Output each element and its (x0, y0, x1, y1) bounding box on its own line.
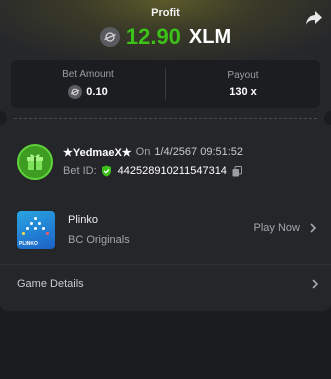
profit-header: Profit 12.90 XLM (0, 0, 331, 60)
bet-amount-label: Bet Amount (62, 69, 114, 80)
bet-id-line: Bet ID: 442528910211547314 (63, 165, 243, 177)
copy-icon[interactable] (232, 165, 242, 177)
game-text: Plinko BC Originals (68, 214, 130, 246)
payout-stat: Payout 130 x (165, 68, 320, 100)
dashed-divider (14, 118, 317, 119)
bet-timestamp: 1/4/2567 09:51:52 (154, 146, 244, 158)
thumbnail-label: PLINKO (19, 241, 38, 247)
ticket-notch-left (0, 111, 7, 125)
username[interactable]: ★YedmaeX★ (63, 146, 132, 159)
details-divider (0, 264, 331, 265)
game-provider: BC Originals (68, 234, 130, 246)
bet-amount-value: 0.10 (86, 86, 108, 98)
game-details-label: Game Details (17, 278, 84, 290)
bet-id-label: Bet ID: (63, 165, 97, 177)
profit-label: Profit (151, 7, 180, 19)
game-title: Plinko (68, 214, 98, 226)
bet-stats: Bet Amount 0.10 Payout 130 x (11, 60, 320, 108)
payout-value: 130 x (229, 86, 257, 98)
ticket-notch-right (324, 111, 331, 125)
profit-amount: 12.90 (125, 24, 181, 49)
chevron-right-icon (310, 223, 317, 233)
bet-amount-stat: Bet Amount 0.10 (11, 60, 165, 108)
plinko-thumbnail[interactable]: PLINKO (17, 211, 55, 249)
chevron-right-icon (312, 279, 319, 289)
play-now-label: Play Now (253, 222, 300, 234)
play-now-button[interactable]: Play Now (254, 222, 320, 234)
on-label: On (135, 146, 151, 158)
user-info: ★YedmaeX★ On 1/4/2567 09:51:52 Bet ID: 4… (63, 144, 243, 180)
profit-row: 12.90 XLM (0, 24, 331, 50)
gift-avatar-icon[interactable] (17, 144, 53, 180)
bet-details-card: Profit 12.90 XLM Bet Amount 0.10 Payout … (0, 0, 331, 311)
share-icon[interactable] (305, 10, 323, 26)
user-block: ★YedmaeX★ On 1/4/2567 09:51:52 Bet ID: 4… (17, 144, 243, 180)
payout-label: Payout (227, 70, 259, 81)
xlm-coin-icon (99, 27, 120, 47)
bet-id-value: 442528910211547314 (117, 165, 227, 177)
verified-shield-icon (101, 165, 111, 177)
bet-amount-value-row: 0.10 (68, 85, 108, 99)
profit-currency: XLM (188, 25, 232, 48)
game-row[interactable]: PLINKO Plinko BC Originals Play Now (17, 210, 320, 250)
game-details-row[interactable]: Game Details (17, 278, 320, 290)
user-line: ★YedmaeX★ On 1/4/2567 09:51:52 (63, 144, 243, 160)
xlm-coin-icon (68, 85, 83, 99)
